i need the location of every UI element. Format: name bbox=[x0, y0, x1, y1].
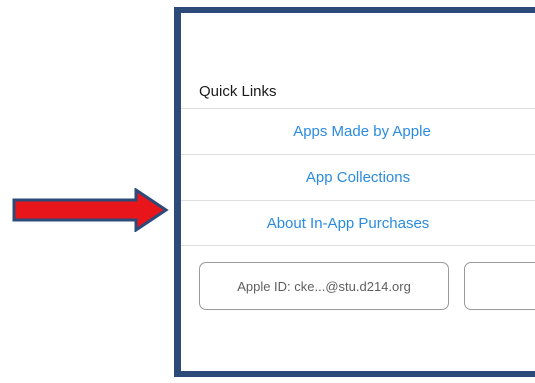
arrow-shape bbox=[12, 188, 169, 232]
screenshot-frame: Quick Links Apps Made by Apple App Colle… bbox=[174, 7, 535, 377]
apple-id-button[interactable]: Apple ID: cke...@stu.d214.org bbox=[199, 262, 449, 310]
right-arrow-icon bbox=[12, 188, 169, 232]
quick-links-list: Apps Made by Apple App Collections About… bbox=[181, 108, 535, 246]
link-apps-made-by-apple[interactable]: Apps Made by Apple bbox=[181, 108, 535, 154]
link-label: App Collections bbox=[305, 169, 411, 186]
partial-button[interactable] bbox=[464, 262, 535, 310]
app-store-screen: Quick Links Apps Made by Apple App Colle… bbox=[181, 13, 535, 371]
link-about-in-app-purchases[interactable]: About In-App Purchases bbox=[181, 200, 535, 246]
link-label: Apps Made by Apple bbox=[293, 123, 431, 140]
screenshot-page: Quick Links Apps Made by Apple App Colle… bbox=[0, 0, 535, 383]
link-app-collections[interactable]: App Collections bbox=[181, 154, 535, 200]
quick-links-heading: Quick Links bbox=[199, 83, 277, 100]
link-label: About In-App Purchases bbox=[266, 214, 430, 232]
